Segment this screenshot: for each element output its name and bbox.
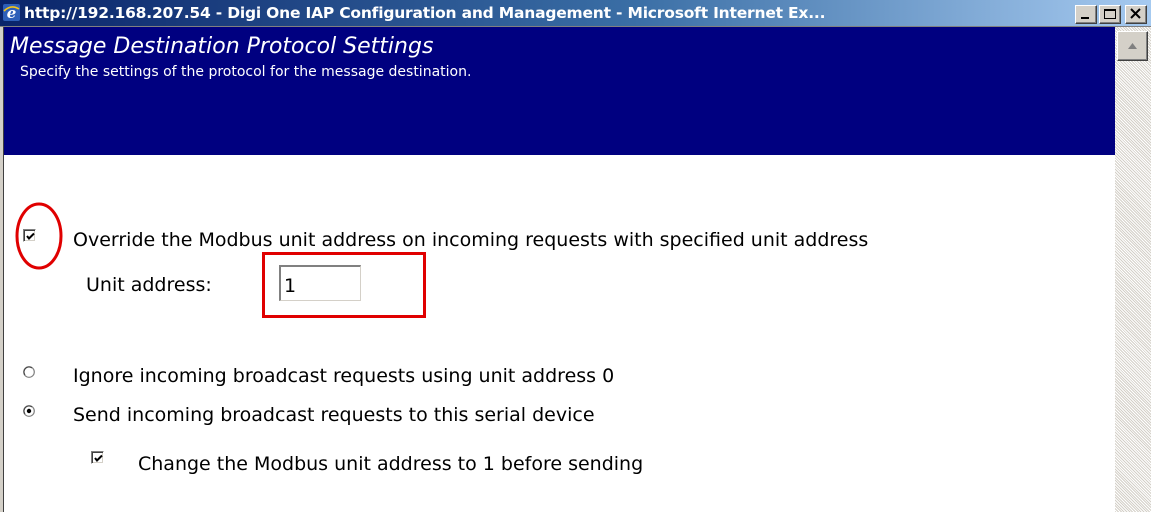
checkmark-icon bbox=[94, 454, 103, 462]
minimize-button[interactable] bbox=[1075, 5, 1097, 24]
minimize-icon bbox=[1081, 17, 1089, 19]
override-unit-address-checkbox[interactable] bbox=[23, 229, 36, 242]
arrow-up-icon bbox=[1128, 43, 1137, 49]
page-subtitle: Specify the settings of the protocol for… bbox=[20, 64, 472, 80]
title-bar[interactable]: e http://192.168.207.54 - Digi One IAP C… bbox=[0, 0, 1151, 27]
vertical-scrollbar[interactable] bbox=[1115, 27, 1151, 512]
ie-icon[interactable]: e bbox=[2, 3, 21, 22]
maximize-icon bbox=[1104, 9, 1116, 19]
change-unit-address-label: Change the Modbus unit address to 1 befo… bbox=[138, 453, 644, 475]
ignore-broadcast-radio[interactable] bbox=[23, 366, 35, 378]
send-broadcast-radio[interactable] bbox=[23, 405, 35, 417]
window-title: http://192.168.207.54 - Digi One IAP Con… bbox=[24, 4, 826, 22]
change-unit-address-checkbox[interactable] bbox=[91, 451, 104, 464]
send-broadcast-label: Send incoming broadcast requests to this… bbox=[73, 404, 595, 426]
close-icon bbox=[1130, 8, 1141, 19]
unit-address-input[interactable] bbox=[279, 265, 361, 301]
ignore-broadcast-label: Ignore incoming broadcast requests using… bbox=[73, 365, 615, 387]
unit-address-label: Unit address: bbox=[86, 274, 212, 296]
maximize-button[interactable] bbox=[1099, 5, 1121, 24]
browser-window: e http://192.168.207.54 - Digi One IAP C… bbox=[0, 0, 1151, 512]
scroll-up-button[interactable] bbox=[1117, 31, 1148, 61]
close-button[interactable] bbox=[1125, 5, 1147, 24]
checkmark-icon bbox=[26, 232, 35, 240]
override-unit-address-label: Override the Modbus unit address on inco… bbox=[73, 229, 869, 251]
page-title: Message Destination Protocol Settings bbox=[10, 34, 434, 59]
